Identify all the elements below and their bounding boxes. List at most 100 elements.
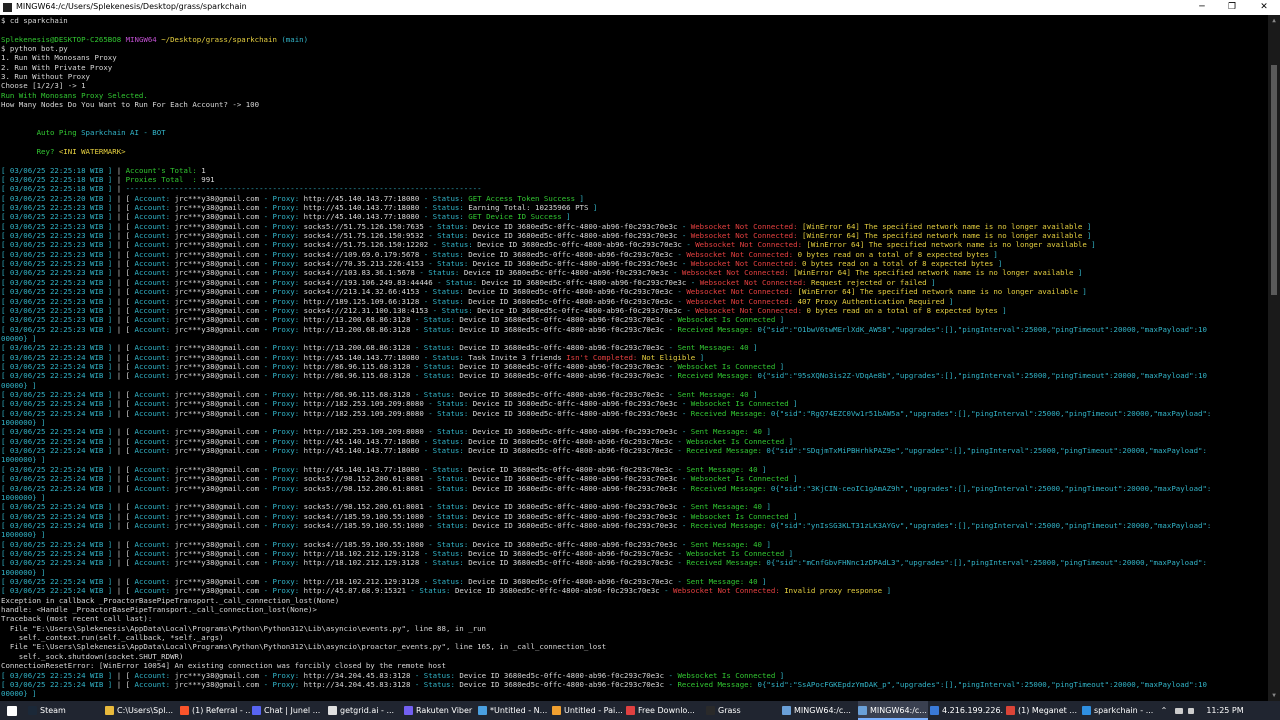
maximize-button[interactable]: ❐ — [1216, 0, 1248, 15]
network-icon[interactable] — [1175, 701, 1187, 720]
terminal-text-segment: - — [664, 586, 673, 595]
terminal-text-segment: GET Access Token Success — [468, 194, 579, 203]
terminal-text-segment: Status: — [437, 512, 473, 521]
terminal-text-segment: Device ID 3680ed5c-0ffc-4800-ab96-f0c293… — [468, 297, 677, 306]
terminal-text-segment: jrc***y38@gmail.com — [175, 502, 264, 511]
terminal-text-segment: - — [682, 427, 691, 436]
terminal-text-segment: [ 03/06/25 22:25:24 WIB ] — [1, 409, 117, 418]
volume-icon[interactable] — [1188, 701, 1200, 720]
terminal-text-segment: jrc***y38@gmail.com — [175, 549, 264, 558]
taskbar-item[interactable]: 4.216.199.226... — [930, 701, 1004, 720]
terminal-text-segment: [ 03/06/25 22:25:23 WIB ] — [1, 268, 117, 277]
terminal-text-segment: 407 Proxy Authentication Required — [798, 297, 949, 306]
terminal-text-segment: Device ID 3680ed5c-0ffc-4800-ab96-f0c293… — [459, 325, 668, 334]
taskbar-item-label: Untitled - Pai... — [564, 706, 623, 715]
terminal-text-segment: Proxy: — [272, 203, 303, 212]
terminal-line: [ 03/06/25 22:25:24 WIB ] | [ Account: j… — [1, 549, 793, 558]
terminal-text-segment: Account: — [135, 259, 175, 268]
terminal-text-segment: | [ — [117, 240, 135, 249]
terminal-text-segment: | [ — [117, 325, 135, 334]
taskbar-item[interactable]: C:\Users\Spl... — [105, 701, 177, 720]
terminal-text-segment: - — [686, 306, 695, 315]
terminal-line: 1. Run With Monosans Proxy — [1, 53, 117, 62]
terminal-text-segment: Sent Message: 40 — [686, 465, 762, 474]
taskbar-item[interactable]: getgrid.ai - ... — [328, 701, 402, 720]
terminal-text-segment: ] — [789, 437, 793, 446]
terminal-line: 1000000} ] — [1, 530, 46, 539]
taskbar-clock[interactable]: 11:25 PM — [1200, 701, 1250, 720]
window-title-bar[interactable]: MINGW64:/c/Users/Splekenesis/Desktop/gra… — [0, 0, 1280, 15]
taskbar-item[interactable]: MINGW64:/c... — [782, 701, 856, 720]
terminal-text-segment: - — [428, 521, 437, 530]
terminal-line: handle: <Handle _ProactorBasePipeTranspo… — [1, 605, 317, 614]
terminal-text-segment: | [ — [117, 671, 135, 680]
terminal-text-segment: socks5://51.75.126.150:7635 — [304, 222, 429, 231]
close-button[interactable]: ✕ — [1248, 0, 1280, 15]
terminal-text-segment: Proxy: — [272, 549, 303, 558]
terminal-text-segment: [ 03/06/25 22:25:23 WIB ] — [1, 240, 117, 249]
terminal-text-segment: Proxy: — [272, 586, 303, 595]
terminal-text-segment: Device ID 3680ed5c-0ffc-4800-ab96-f0c293… — [459, 390, 668, 399]
taskbar-item[interactable]: (1) Referral - ... — [180, 701, 250, 720]
terminal-line: [ 03/06/25 22:25:24 WIB ] | [ Account: j… — [1, 409, 1211, 418]
terminal-text-segment: | [ — [117, 521, 135, 530]
terminal-text-segment: ] — [1091, 240, 1095, 249]
terminal-text-segment: - — [424, 250, 433, 259]
terminal-text-segment: jrc***y38@gmail.com — [175, 287, 264, 296]
terminal-text-segment: ] — [766, 540, 770, 549]
terminal-text-segment: [ 03/06/25 22:25:24 WIB ] — [1, 399, 117, 408]
scroll-up-icon[interactable]: ▲ — [1268, 17, 1280, 24]
terminal-text-segment: jrc***y38@gmail.com — [175, 577, 264, 586]
minimize-button[interactable]: ─ — [1186, 0, 1218, 15]
terminal-line: [ 03/06/25 22:25:24 WIB ] | [ Account: j… — [1, 465, 766, 474]
terminal-text-segment: Websocket Not Connected: — [695, 240, 806, 249]
terminal-text-segment: [ 03/06/25 22:25:24 WIB ] — [1, 680, 117, 689]
terminal-text-segment: 1000000} ] — [1, 455, 46, 464]
terminal-text-segment: ] — [766, 427, 770, 436]
terminal-text-segment: Status: — [433, 250, 469, 259]
windows-logo-icon — [7, 706, 17, 716]
taskbar-item[interactable]: *Untitled - N... — [478, 701, 550, 720]
terminal-text-segment: 2. Run With Private Proxy — [1, 63, 112, 72]
terminal-text-segment: Account: — [135, 680, 175, 689]
terminal-text-segment: [ 03/06/25 22:25:23 WIB ] — [1, 315, 117, 324]
taskbar-item[interactable]: sparkchain - ... — [1082, 701, 1154, 720]
tray-chevron-icon[interactable]: ⌃ — [1158, 701, 1170, 720]
scrollbar-thumb[interactable] — [1271, 65, 1277, 295]
terminal-text-segment: Proxy: — [272, 231, 303, 240]
terminal-text-segment: Device ID 3680ed5c-0ffc-4800-ab96-f0c293… — [473, 399, 682, 408]
terminal-text-segment: Device ID 3680ed5c-0ffc-4800-ab96-f0c293… — [459, 362, 668, 371]
scroll-down-icon[interactable]: ▼ — [1268, 692, 1280, 699]
terminal-text-segment: 00000} ] — [1, 334, 37, 343]
terminal-text-segment: Status: — [433, 353, 469, 362]
taskbar-item[interactable]: Untitled - Pai... — [552, 701, 624, 720]
taskbar-item[interactable]: (1) Meganet ... — [1006, 701, 1080, 720]
terminal-scrollbar[interactable]: ▲ ▼ — [1268, 15, 1280, 701]
terminal-text-segment: - — [682, 512, 691, 521]
terminal-line: [ 03/06/25 22:25:24 WIB ] | [ Account: j… — [1, 437, 793, 446]
mingw-app-icon — [3, 3, 12, 12]
taskbar-item[interactable]: MINGW64:/c... — [858, 701, 928, 720]
terminal-text-segment: | [ — [117, 680, 135, 689]
terminal-text-segment: - — [428, 231, 437, 240]
terminal-line: [ 03/06/25 22:25:24 WIB ] | [ Account: j… — [1, 577, 766, 586]
terminal-text-segment: Account: — [135, 250, 175, 259]
terminal-text-segment: $ python bot.py — [1, 44, 68, 53]
terminal-text-segment: [ 03/06/25 22:25:24 WIB ] — [1, 437, 117, 446]
taskbar-item[interactable]: Free Downlo... — [626, 701, 704, 720]
terminal-text-segment: - — [415, 343, 424, 352]
discord-icon — [252, 706, 261, 715]
terminal-text-segment: Account: — [135, 287, 175, 296]
terminal-line: [ 03/06/25 22:25:24 WIB ] | [ Account: j… — [1, 353, 704, 362]
taskbar-item[interactable]: Chat | Junel ... — [252, 701, 326, 720]
taskbar-item[interactable]: Rakuten Viber — [404, 701, 476, 720]
taskbar-item[interactable]: Grass — [706, 701, 780, 720]
terminal-text-segment: socks4://51.75.126.150:9532 — [304, 231, 429, 240]
terminal-output[interactable]: $ cd sparkchainSplekenesis@DESKTOP-C265B… — [0, 15, 1268, 701]
start-button[interactable] — [4, 701, 20, 720]
terminal-text-segment: Device ID 3680ed5c-0ffc-4800-ab96-f0c293… — [473, 484, 682, 493]
terminal-line: How Many Nodes Do You Want to Run For Ea… — [1, 100, 259, 109]
terminal-line: [ 03/06/25 22:25:24 WIB ] | [ Account: j… — [1, 399, 798, 408]
terminal-text-segment: - — [677, 250, 686, 259]
taskbar-item[interactable]: Steam — [28, 701, 100, 720]
